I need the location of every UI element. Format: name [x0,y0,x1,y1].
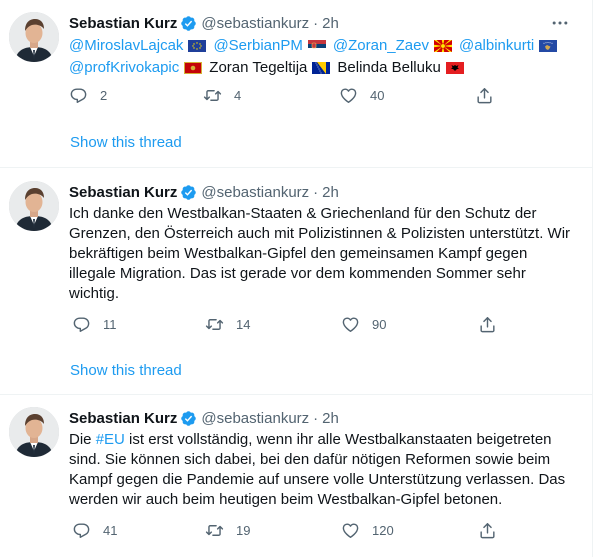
mentions-line-1: @MiroslavLajcak @SerbianPM @Zoran_Zaev @… [69,35,574,57]
verified-badge-icon [180,15,197,32]
reply-button[interactable]: 11 [72,315,117,334]
retweet-icon [203,86,222,105]
tweet-actions: 2 4 40 [0,86,592,106]
like-icon [341,521,360,540]
tweet-header: Sebastian Kurz @sebastiankurz · 2h [69,407,339,429]
bosnia-flag-icon [312,62,331,74]
north-macedonia-flag-icon [433,40,452,52]
tweet-header: Sebastian Kurz @sebastiankurz · 2h [69,181,339,203]
show-thread-link[interactable]: Show this thread [70,362,182,379]
mention-link[interactable]: @albinkurti [459,36,534,56]
show-thread-link[interactable]: Show this thread [70,134,182,151]
like-button[interactable]: 90 [341,315,386,334]
author-name[interactable]: Sebastian Kurz [69,15,177,32]
like-button[interactable]: 120 [341,521,394,540]
verified-badge-icon [180,410,197,427]
tweet-actions: 41 19 120 [0,521,592,541]
mentions-line-2: @profKrivokapic Zoran Tegeltija Belinda … [69,57,574,79]
timestamp[interactable]: 2h [322,15,339,32]
share-icon [475,86,494,105]
timestamp[interactable]: 2h [322,184,339,201]
retweet-button[interactable]: 19 [205,521,250,540]
reply-count: 2 [100,88,108,103]
mention-link[interactable]: @MiroslavLajcak [69,36,183,56]
like-count: 120 [372,523,394,538]
like-icon [339,86,358,105]
tweet-3[interactable]: Sebastian Kurz @sebastiankurz · 2h Die #… [0,395,592,557]
text-prefix: Die [69,431,96,448]
author-handle[interactable]: @sebastiankurz [201,15,309,32]
author-name[interactable]: Sebastian Kurz [69,184,177,201]
like-count: 90 [372,317,387,332]
retweet-button[interactable]: 14 [205,315,250,334]
author-name[interactable]: Sebastian Kurz [69,410,177,427]
avatar[interactable] [9,181,59,231]
separator: · [313,409,319,427]
separator: · [313,183,319,201]
tweet-header: Sebastian Kurz @sebastiankurz · 2h [69,12,339,34]
retweet-count: 19 [236,523,251,538]
like-count: 40 [370,88,385,103]
like-icon [341,315,360,334]
text-rest: ist erst vollständig, wenn ihr alle West… [69,431,566,508]
share-button[interactable] [478,521,497,540]
author-handle[interactable]: @sebastiankurz [201,410,309,427]
more-icon[interactable] [550,14,570,32]
avatar[interactable] [9,12,59,62]
verified-badge-icon [180,184,197,201]
reply-icon [69,86,88,105]
tweet-text: Die #EU ist erst vollständig, wenn ihr a… [69,430,574,510]
divider [0,167,592,168]
retweet-count: 4 [234,88,242,103]
retweet-icon [205,521,224,540]
avatar[interactable] [9,407,59,457]
serbia-flag-icon [307,40,326,52]
retweet-icon [205,315,224,334]
timestamp[interactable]: 2h [322,410,339,427]
reply-icon [72,315,91,334]
reply-button[interactable]: 2 [69,86,107,105]
mention-link[interactable]: @profKrivokapic [69,58,179,78]
tweet-actions: 11 14 90 [0,315,592,335]
montenegro-flag-icon [184,62,203,74]
kosovo-flag-icon [539,40,558,52]
tweet-text: @MiroslavLajcak @SerbianPM @Zoran_Zaev @… [69,35,574,79]
reply-count: 11 [103,317,117,332]
tweet-1[interactable]: Sebastian Kurz @sebastiankurz · 2h @Miro… [0,0,592,168]
separator: · [313,14,319,32]
tweet-2[interactable]: Sebastian Kurz @sebastiankurz · 2h Ich d… [0,169,592,394]
share-icon [478,521,497,540]
mention-link[interactable]: @SerbianPM [213,36,302,56]
plain-name: Belinda Belluku [337,59,441,76]
reply-count: 41 [103,523,118,538]
mention-link[interactable]: @Zoran_Zaev [333,36,429,56]
eu-flag-icon [188,40,207,52]
share-icon [478,315,497,334]
like-button[interactable]: 40 [339,86,384,105]
share-button[interactable] [475,86,494,105]
hashtag-link[interactable]: #EU [96,431,125,448]
albania-flag-icon [445,62,464,74]
retweet-button[interactable]: 4 [203,86,241,105]
reply-button[interactable]: 41 [72,521,117,540]
plain-name: Zoran Tegeltija [209,59,308,76]
timeline-border [592,0,593,557]
author-handle[interactable]: @sebastiankurz [201,184,309,201]
tweet-text: Ich danke den Westbalkan-Staaten & Griec… [69,205,571,302]
share-button[interactable] [478,315,497,334]
retweet-count: 14 [236,317,251,332]
reply-icon [72,521,91,540]
